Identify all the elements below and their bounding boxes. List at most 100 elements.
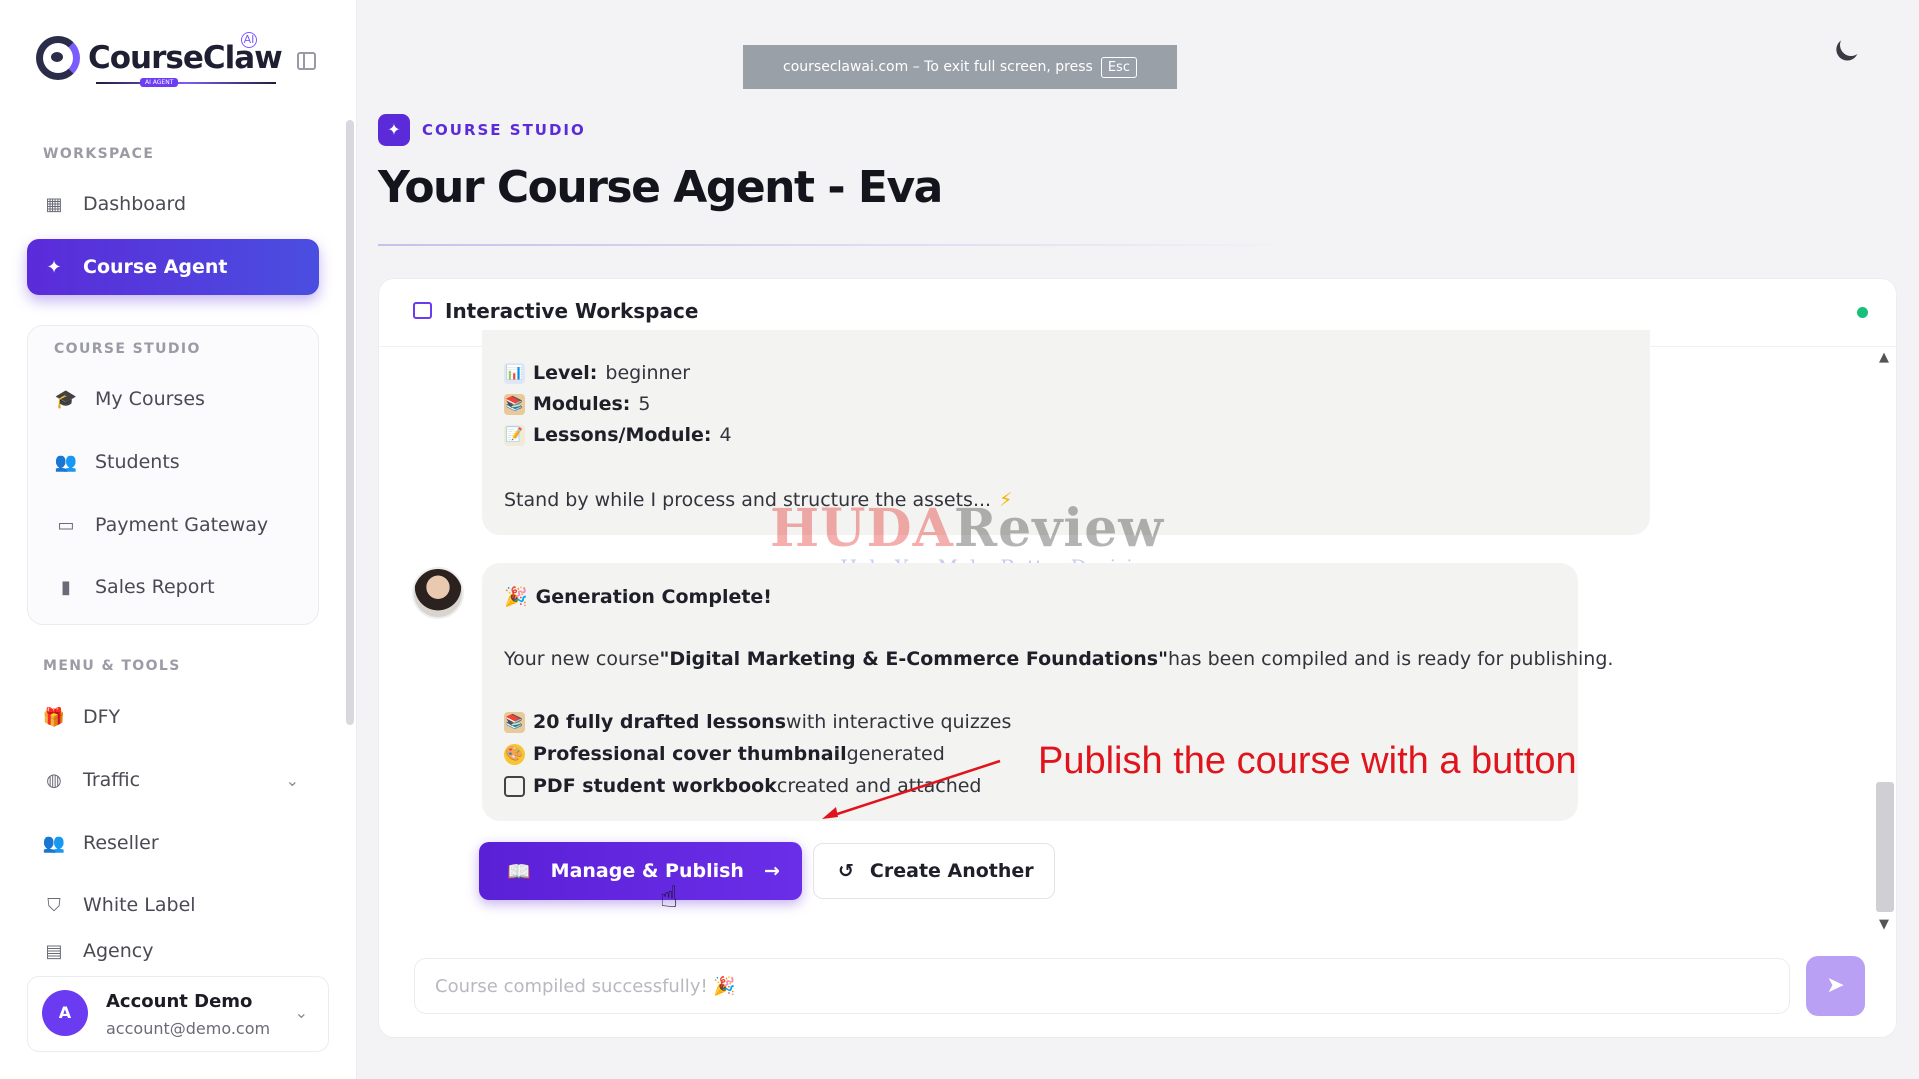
- sidebar-item-sales-report[interactable]: ▮ Sales Report: [39, 559, 331, 615]
- chat-bubble-icon: [413, 302, 432, 319]
- globe-icon: ◍: [46, 769, 62, 791]
- course-summary-line: Your new course "Digital Marketing & E-C…: [504, 648, 1613, 670]
- credit-card-icon: ▭: [57, 514, 75, 536]
- message-input[interactable]: [415, 959, 1789, 1013]
- fullscreen-notice-text: courseclawai.com – To exit full screen, …: [783, 59, 1093, 75]
- gift-icon: 🎁: [42, 706, 66, 728]
- level-line: 📊 Level: beginner: [504, 362, 690, 384]
- page-title: Your Course Agent - Eva: [378, 162, 943, 213]
- account-menu[interactable]: A Account Demo account@demo.com ⌄: [27, 976, 329, 1052]
- refresh-icon: ↺: [838, 860, 854, 882]
- grid-icon: ▦: [45, 193, 63, 215]
- sidebar-toggle-icon[interactable]: [297, 52, 316, 70]
- sidebar-item-label: Course Agent: [83, 256, 228, 278]
- brand-underline: [96, 82, 276, 84]
- sidebar-item-label: My Courses: [95, 388, 205, 410]
- section-tag: ✦ COURSE STUDIO: [378, 114, 586, 146]
- sidebar-item-reseller[interactable]: 👥 Reseller: [27, 815, 319, 871]
- modules-line: 📚 Modules: 5: [504, 393, 651, 415]
- manage-publish-button[interactable]: 📖 Manage & Publish →: [479, 842, 802, 900]
- users-icon: 👥: [42, 832, 66, 854]
- sidebar-item-label: Traffic: [83, 769, 141, 791]
- create-another-button[interactable]: ↺ Create Another: [813, 843, 1055, 899]
- intro-pre: Your new course: [504, 648, 660, 670]
- bullet-bold: Professional cover thumbnail: [533, 743, 847, 765]
- esc-key: Esc: [1100, 56, 1137, 78]
- sidebar-item-students[interactable]: 👥 Students: [39, 434, 331, 490]
- avatar: A: [42, 990, 88, 1036]
- brand-logo-group[interactable]: CourseClaw AI AI AGENT: [36, 32, 283, 87]
- lessons-value: 4: [719, 424, 732, 446]
- watermark-part2: Review: [953, 498, 1165, 559]
- title-divider: [378, 244, 1306, 246]
- arrow-right-icon: →: [763, 860, 780, 882]
- dark-mode-toggle-icon[interactable]: [1837, 31, 1865, 59]
- agent-avatar: [412, 567, 464, 619]
- intro-post: has been compiled and is ready for publi…: [1168, 648, 1614, 670]
- fullscreen-notice: courseclawai.com – To exit full screen, …: [743, 45, 1177, 89]
- account-email: account@demo.com: [106, 1019, 271, 1038]
- bar-chart-icon: 📊: [504, 362, 525, 384]
- lessons-line: 📝 Lessons/Module: 4: [504, 424, 732, 446]
- scroll-up-icon[interactable]: ▲: [1879, 350, 1889, 365]
- sidebar-item-label: White Label: [83, 894, 196, 916]
- sidebar-item-label: Students: [95, 451, 180, 473]
- level-label: Level:: [533, 362, 598, 384]
- scroll-down-icon[interactable]: ▼: [1879, 917, 1889, 932]
- workspace-scrollbar[interactable]: ▲ ▼: [1876, 350, 1894, 932]
- sparkle-icon: ✦: [46, 256, 62, 278]
- bullet-rest: with interactive quizzes: [786, 711, 1012, 733]
- message-input-wrapper: [414, 958, 1790, 1014]
- sidebar-scrollbar[interactable]: [346, 120, 354, 725]
- memo-icon: 📝: [504, 424, 525, 446]
- courseclaw-logo-icon: [36, 36, 80, 80]
- sidebar-item-label: Sales Report: [95, 576, 215, 598]
- sidebar-item-dfy[interactable]: 🎁 DFY: [27, 689, 319, 745]
- chevron-down-icon: ⌄: [294, 1003, 308, 1022]
- bullet-bold: 20 fully drafted lessons: [533, 711, 787, 733]
- party-popper-icon: 🎉: [504, 586, 528, 608]
- sidebar-item-agency[interactable]: ▤ Agency: [27, 940, 319, 970]
- bullet-bold: PDF student workbook: [533, 775, 777, 797]
- annotation-arrow: [822, 759, 1001, 819]
- modules-label: Modules:: [533, 393, 631, 415]
- open-book-icon: 📖: [507, 860, 531, 883]
- sidebar-item-label: Agency: [83, 940, 154, 962]
- sidebar-item-traffic[interactable]: ◍ Traffic ⌄: [27, 752, 319, 808]
- send-button[interactable]: ➤: [1806, 956, 1865, 1016]
- generation-heading-text: Generation Complete!: [535, 585, 772, 608]
- graduation-cap-icon: 🎓: [54, 388, 78, 410]
- annotation-text: Publish the course with a button: [1038, 740, 1577, 782]
- bullet-lessons: 📚 20 fully drafted lessons with interact…: [504, 711, 1011, 733]
- users-icon: 👥: [54, 451, 78, 473]
- sidebar-item-course-agent[interactable]: ✦ Course Agent: [27, 239, 319, 295]
- course-name: "Digital Marketing & E-Commerce Foundati…: [659, 648, 1168, 670]
- generation-heading: 🎉 Generation Complete!: [504, 585, 772, 609]
- book-icon: [504, 775, 525, 797]
- course-studio-section-label: COURSE STUDIO: [54, 341, 201, 357]
- panel-title: Interactive Workspace: [445, 299, 699, 323]
- lessons-label: Lessons/Module:: [533, 424, 712, 446]
- chevron-down-icon: ⌄: [285, 770, 299, 790]
- mouse-pointer-icon: ☝: [660, 880, 679, 915]
- books-icon: 📚: [504, 711, 525, 733]
- books-icon: 📚: [504, 393, 525, 415]
- building-icon: ▤: [45, 940, 63, 962]
- sidebar-item-dashboard[interactable]: ▦ Dashboard: [27, 176, 319, 232]
- online-status-dot: [1857, 307, 1868, 318]
- watermark: HUDAReview: [770, 498, 1164, 559]
- sidebar-item-label: Reseller: [83, 832, 159, 854]
- sidebar-item-payment-gateway[interactable]: ▭ Payment Gateway: [39, 497, 331, 553]
- shield-icon: ⛉: [47, 894, 61, 916]
- workspace-section-label: WORKSPACE: [43, 146, 155, 162]
- sidebar-item-my-courses[interactable]: 🎓 My Courses: [39, 371, 331, 427]
- scrollbar-thumb[interactable]: [1876, 782, 1894, 912]
- section-tag-label: COURSE STUDIO: [422, 121, 586, 139]
- create-another-label: Create Another: [869, 860, 1034, 882]
- sidebar-item-label: Dashboard: [83, 193, 187, 215]
- watermark-part1: HUDA: [770, 498, 954, 559]
- send-icon: ➤: [1826, 973, 1845, 998]
- level-value: beginner: [605, 362, 691, 384]
- sidebar-item-white-label[interactable]: ⛉ White Label: [27, 877, 319, 933]
- manage-publish-label: Manage & Publish: [550, 860, 744, 882]
